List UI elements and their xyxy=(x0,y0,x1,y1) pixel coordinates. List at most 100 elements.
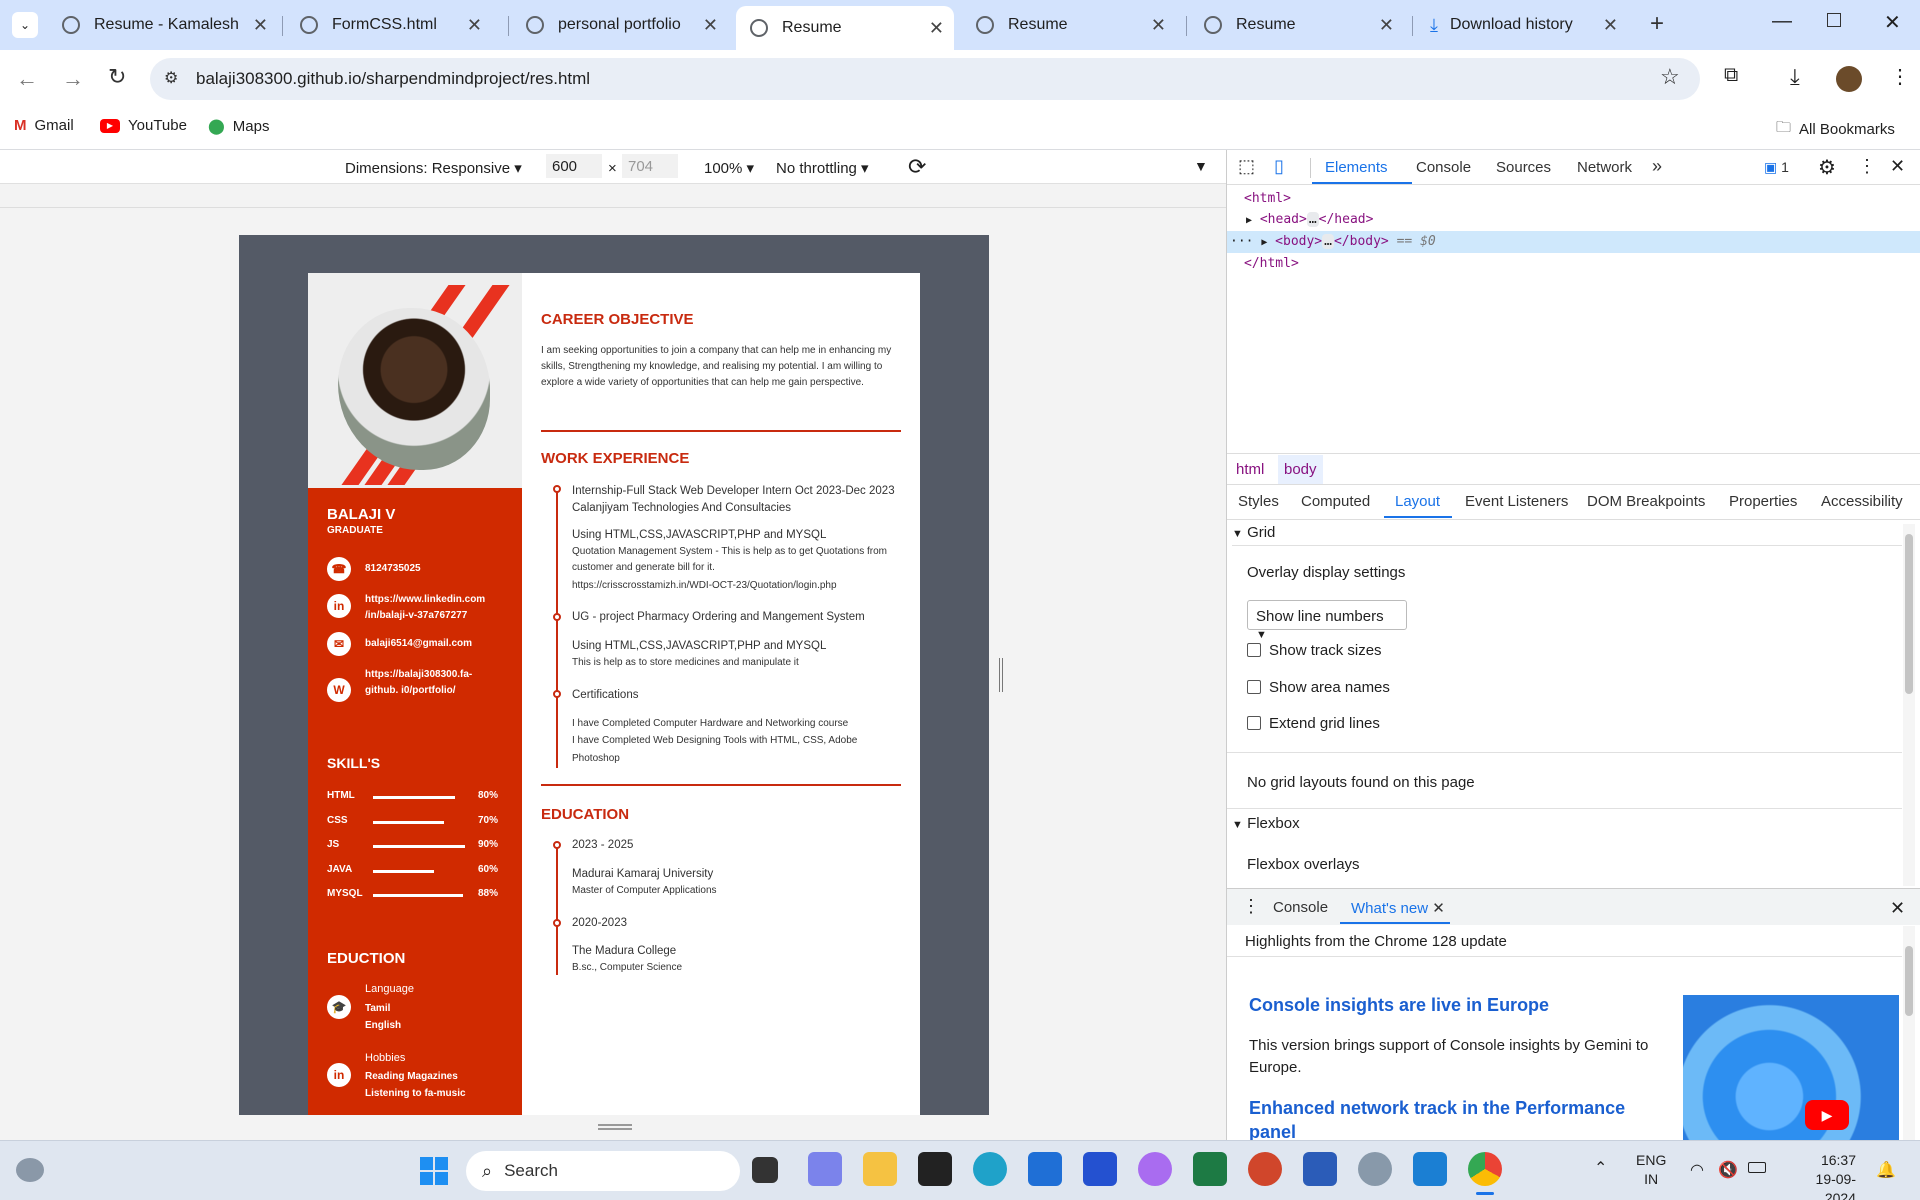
profile-avatar[interactable] xyxy=(1836,66,1862,92)
restore-button[interactable] xyxy=(1827,13,1841,27)
teams-icon[interactable] xyxy=(808,1152,842,1186)
grid-section-header[interactable]: ▼ Grid xyxy=(1232,524,1902,546)
dom-body[interactable]: ··· ▶ <body>… </body> == $0 xyxy=(1230,234,1436,249)
minimize-button[interactable]: — xyxy=(1772,10,1792,33)
width-input[interactable]: 600 xyxy=(546,154,602,178)
close-icon[interactable]: ✕ xyxy=(929,18,944,39)
all-bookmarks[interactable]: 🗀 All Bookmarks xyxy=(1776,117,1895,142)
drawer-close-icon[interactable]: ✕ xyxy=(1890,898,1905,919)
breadcrumb-body[interactable]: body xyxy=(1278,455,1323,484)
tab-6[interactable]: ⤓ Download history ✕ xyxy=(1416,6,1628,44)
tab-5[interactable]: Resume ✕ xyxy=(1190,6,1404,44)
menu-icon[interactable]: ⋮ xyxy=(1890,64,1910,89)
site-info-icon[interactable]: ⚙ xyxy=(164,68,178,88)
subtab-computed[interactable]: Computed xyxy=(1301,493,1370,510)
widgets-icon[interactable] xyxy=(16,1158,44,1182)
inspect-icon[interactable]: ⬚ xyxy=(1238,156,1255,177)
height-input[interactable]: 704 xyxy=(622,154,678,178)
contact-portfolio[interactable]: https://balaji308300.fa-github. i0/portf… xyxy=(365,667,485,699)
battery-icon[interactable] xyxy=(1748,1162,1766,1173)
subtab-styles[interactable]: Styles xyxy=(1238,493,1279,510)
dimensions-select[interactable]: Dimensions: Responsive ▾ xyxy=(345,159,522,177)
tab-search-button[interactable]: ⌄ xyxy=(12,12,38,38)
tab-1[interactable]: FormCSS.html ✕ xyxy=(286,6,492,44)
settings-icon[interactable]: ⚙ xyxy=(1818,155,1836,180)
tab-0[interactable]: Resume - Kamalesh S ✕ xyxy=(48,6,278,44)
close-icon[interactable]: ✕ xyxy=(467,15,482,36)
subtab-layout[interactable]: Layout xyxy=(1395,493,1440,510)
tray-chevron-icon[interactable]: ⌃ xyxy=(1594,1158,1607,1178)
checkbox-show-track-sizes[interactable] xyxy=(1247,643,1261,657)
drawer-menu-icon[interactable]: ⋮ xyxy=(1242,896,1260,917)
settings-app-icon[interactable] xyxy=(1358,1152,1392,1186)
reload-button[interactable]: ↻ xyxy=(108,64,126,90)
extensions-icon[interactable]: ⧉ xyxy=(1724,64,1738,87)
throttling-select[interactable]: No throttling ▾ xyxy=(776,159,869,177)
close-icon[interactable]: ✕ xyxy=(1379,15,1394,36)
checkbox-show-area-names[interactable] xyxy=(1247,680,1261,694)
layout-scrollbar[interactable] xyxy=(1903,524,1915,886)
zoom-select[interactable]: 100% ▾ xyxy=(704,159,754,177)
news-title[interactable]: Console insights are live in Europe xyxy=(1249,995,1549,1016)
rotate-icon[interactable]: ⟳ xyxy=(908,154,926,180)
close-icon[interactable]: ✕ xyxy=(253,15,268,36)
subtab-accessibility[interactable]: Accessibility xyxy=(1821,493,1903,510)
store-icon[interactable] xyxy=(1028,1152,1062,1186)
chrome-icon[interactable] xyxy=(1468,1152,1502,1186)
drawer-scrollbar[interactable] xyxy=(1903,926,1915,1140)
play-icon[interactable]: ▶ xyxy=(1805,1100,1849,1130)
news-video-thumbnail[interactable]: ▶ xyxy=(1683,995,1899,1140)
tab-sources[interactable]: Sources xyxy=(1496,159,1551,176)
checkbox-extend-grid-lines[interactable] xyxy=(1247,716,1261,730)
start-button[interactable] xyxy=(420,1157,448,1185)
devtools-menu-icon[interactable]: ⋮ xyxy=(1858,156,1876,177)
forward-button[interactable]: → xyxy=(62,66,84,92)
dom-html-close[interactable]: </html> xyxy=(1244,256,1299,271)
tab-4[interactable]: Resume ✕ xyxy=(962,6,1176,44)
copilot-icon[interactable] xyxy=(1138,1152,1172,1186)
powerpoint-icon[interactable] xyxy=(1248,1152,1282,1186)
vscode-icon[interactable] xyxy=(1413,1152,1447,1186)
scroll-handle[interactable] xyxy=(999,658,1003,692)
dom-head[interactable]: ▶ <head>… </head> xyxy=(1246,212,1373,227)
contact-email[interactable]: balaji6514@gmail.com xyxy=(365,638,472,649)
device-toggle-icon[interactable]: ▯ xyxy=(1274,156,1284,177)
drawer-tab-whats-new[interactable]: What's new ✕ xyxy=(1351,899,1445,917)
bookmark-maps[interactable]: ⬤ Maps xyxy=(208,117,269,136)
dom-html-open[interactable]: <html> xyxy=(1244,191,1291,206)
bottom-resize-handle[interactable] xyxy=(598,1124,632,1130)
back-button[interactable]: ← xyxy=(16,66,38,92)
tab-network[interactable]: Network xyxy=(1577,159,1632,176)
notification-bell-icon[interactable]: 🔔 xyxy=(1876,1160,1896,1180)
news-title[interactable]: Enhanced network track in the Performanc… xyxy=(1249,1096,1649,1140)
url-text[interactable]: balaji308300.github.io/sharpendmindproje… xyxy=(196,69,590,89)
drawer-tab-console[interactable]: Console xyxy=(1273,899,1328,916)
tab-console[interactable]: Console xyxy=(1416,159,1471,176)
tab-elements[interactable]: Elements xyxy=(1325,159,1388,176)
visual-studio-icon[interactable] xyxy=(1083,1152,1117,1186)
tab-3-active[interactable]: Resume ✕ xyxy=(736,6,954,50)
subtab-dom-breakpoints[interactable]: DOM Breakpoints xyxy=(1587,493,1705,510)
intellij-icon[interactable] xyxy=(918,1152,952,1186)
clock[interactable]: 16:37 19-09-2024 xyxy=(1786,1151,1856,1200)
wifi-icon[interactable]: ◠ xyxy=(1690,1160,1704,1180)
close-icon[interactable]: ✕ xyxy=(1151,15,1166,36)
star-icon[interactable]: ☆ xyxy=(1660,64,1680,90)
window-close-button[interactable]: ✕ xyxy=(1884,10,1901,35)
subtab-properties[interactable]: Properties xyxy=(1729,493,1797,510)
close-icon[interactable]: ✕ xyxy=(703,15,718,36)
more-tabs-icon[interactable]: » xyxy=(1652,156,1662,177)
flexbox-section-header[interactable]: ▼ Flexbox xyxy=(1232,815,1300,832)
work-link[interactable]: https://crisscrosstamizh.in/WDI-OCT-23/Q… xyxy=(572,578,902,594)
overlay-select[interactable]: Show line numbers ▼ xyxy=(1247,600,1407,641)
volume-muted-icon[interactable]: 🔇 xyxy=(1718,1160,1738,1180)
tab-2[interactable]: personal portfolio ✕ xyxy=(512,6,728,44)
bookmark-gmail[interactable]: M Gmail xyxy=(14,117,74,134)
issues-badge[interactable]: ▣ 1 xyxy=(1764,159,1789,176)
excel-icon[interactable] xyxy=(1193,1152,1227,1186)
subtab-event-listeners[interactable]: Event Listeners xyxy=(1465,493,1568,510)
language-indicator[interactable]: ENG IN xyxy=(1636,1151,1666,1189)
downloads-icon[interactable]: ⤓ xyxy=(1790,64,1800,90)
word-icon[interactable] xyxy=(1303,1152,1337,1186)
device-more-icon[interactable]: ▼ xyxy=(1194,158,1208,174)
